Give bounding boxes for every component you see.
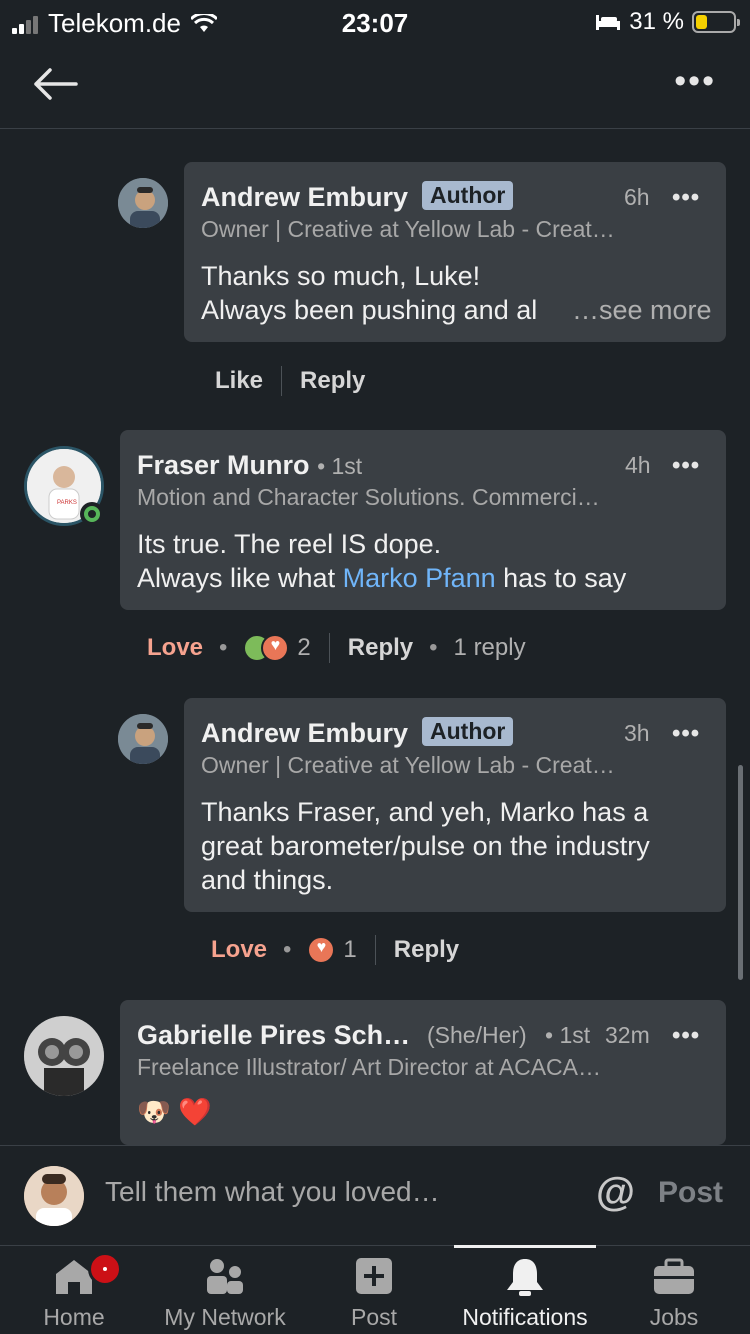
author-headline: Motion and Character Solutions. Commerci…	[137, 484, 600, 510]
tab-my-network[interactable]: My Network	[150, 1246, 300, 1334]
comment-bubble: Andrew Embury Author 3h ••• Owner | Crea…	[184, 698, 726, 912]
online-status-icon	[80, 502, 104, 526]
author-headline: Owner | Creative at Yellow Lab - Creat…	[201, 752, 615, 778]
top-bar: •••	[0, 44, 750, 129]
comment-text-line: and things.	[201, 865, 334, 895]
reply-button[interactable]: Reply	[348, 634, 413, 662]
back-arrow-icon[interactable]	[30, 62, 80, 106]
reaction-count[interactable]: 2	[297, 634, 310, 662]
comment-options-icon[interactable]: •••	[672, 452, 700, 480]
author-name[interactable]: Andrew Embury	[201, 718, 408, 749]
love-reaction-button[interactable]: Love	[147, 634, 203, 662]
tab-label: Home	[43, 1304, 105, 1330]
reaction-count[interactable]: 1	[343, 936, 356, 964]
author-pronouns: (She/Her)	[427, 1022, 527, 1048]
author-headline: Freelance Illustrator/ Art Director at A…	[137, 1054, 601, 1080]
connection-degree: • 1st	[545, 1022, 591, 1048]
more-options-icon[interactable]: •••	[674, 64, 716, 98]
author-badge: Author	[422, 181, 514, 210]
love-reaction-icon	[261, 634, 290, 662]
author-badge: Author	[422, 717, 514, 746]
comment-options-icon[interactable]: •••	[672, 184, 700, 212]
my-avatar	[24, 1166, 84, 1226]
comment-text-line: Its true. The reel IS dope.	[137, 529, 442, 559]
comment-bubble: Andrew Embury Author 6h ••• Owner | Crea…	[184, 162, 726, 342]
author-headline: Owner | Creative at Yellow Lab - Creat…	[201, 216, 615, 242]
notification-badge	[88, 1252, 122, 1286]
comment-options-icon[interactable]: •••	[672, 720, 700, 748]
post-button[interactable]: Post	[658, 1176, 723, 1210]
comment-text-line: Thanks so much, Luke!	[201, 261, 481, 291]
tab-label: My Network	[164, 1304, 286, 1330]
status-right: 31 %	[595, 8, 740, 36]
tab-label: Post	[350, 1304, 398, 1330]
reply-button[interactable]: Reply	[300, 367, 365, 395]
avatar[interactable]	[24, 1016, 104, 1096]
bottom-tab-bar: Home My Network Post Notifications Jobs	[0, 1245, 750, 1334]
comment-time: 4h	[625, 452, 651, 478]
comment-text-line: Always like what Marko Pfann has to say	[137, 563, 627, 593]
comment-bubble: Gabrielle Pires Sch… (She/Her) • 1st 32m…	[120, 1000, 726, 1145]
comment-text-line: Thanks Fraser, and yeh, Marko has a	[201, 797, 649, 827]
comment-actions: Love • 2 Reply • 1 reply	[147, 633, 526, 663]
comment-text-line: Always been pushing and al	[201, 295, 538, 325]
tab-post[interactable]: Post	[314, 1246, 434, 1334]
scrollbar[interactable]	[738, 765, 743, 980]
comment-time: 3h	[624, 720, 650, 746]
comment-bubble: Fraser Munro • 1st 4h ••• Motion and Cha…	[120, 430, 726, 610]
battery-percent: 31 %	[629, 8, 684, 35]
avatar[interactable]	[118, 714, 168, 764]
mention-icon[interactable]: @	[596, 1170, 635, 1215]
svg-text:PARKS: PARKS	[57, 500, 77, 506]
briefcase-icon	[654, 1258, 694, 1294]
comment-options-icon[interactable]: •••	[672, 1022, 700, 1050]
sleep-icon	[596, 15, 621, 30]
comment-compose-bar: Tell them what you loved… @ Post	[0, 1145, 750, 1245]
see-more-link[interactable]: …see more	[572, 293, 712, 327]
battery-icon	[692, 11, 740, 33]
comment-time: 32m	[605, 1022, 650, 1048]
divider	[328, 633, 330, 663]
reply-count-link[interactable]: 1 reply	[454, 634, 526, 662]
network-icon	[207, 1259, 243, 1294]
status-bar: Telekom.de 23:07 31 %	[0, 0, 750, 44]
tab-label: Notifications	[462, 1304, 588, 1330]
tab-notifications[interactable]: Notifications	[454, 1245, 596, 1334]
comment-input[interactable]: Tell them what you loved…	[105, 1176, 440, 1208]
love-reaction-icon	[307, 936, 336, 964]
mention-link[interactable]: Marko Pfann	[343, 563, 496, 593]
avatar[interactable]	[118, 178, 168, 228]
comment-text-line: great barometer/pulse on the industry	[201, 831, 650, 861]
divider	[374, 935, 376, 965]
author-name[interactable]: Gabrielle Pires Sch…	[137, 1020, 410, 1051]
comment-time: 6h	[624, 184, 650, 210]
divider	[281, 366, 283, 396]
comment-actions: Love • 1 Reply	[211, 935, 459, 965]
post-icon	[356, 1258, 392, 1294]
comment-text-line: 🐶 ❤️	[137, 1097, 212, 1127]
author-name[interactable]: Andrew Embury	[201, 182, 408, 213]
bell-icon	[507, 1259, 543, 1296]
like-button[interactable]: Like	[215, 367, 263, 395]
love-reaction-button[interactable]: Love	[211, 936, 267, 964]
connection-degree: • 1st	[317, 453, 363, 479]
tab-home[interactable]: Home	[14, 1246, 134, 1334]
reply-button[interactable]: Reply	[394, 936, 459, 964]
tab-jobs[interactable]: Jobs	[614, 1246, 734, 1334]
tab-label: Jobs	[649, 1304, 699, 1330]
comment-actions: Like Reply	[215, 366, 365, 396]
author-name[interactable]: Fraser Munro • 1st	[137, 450, 362, 481]
